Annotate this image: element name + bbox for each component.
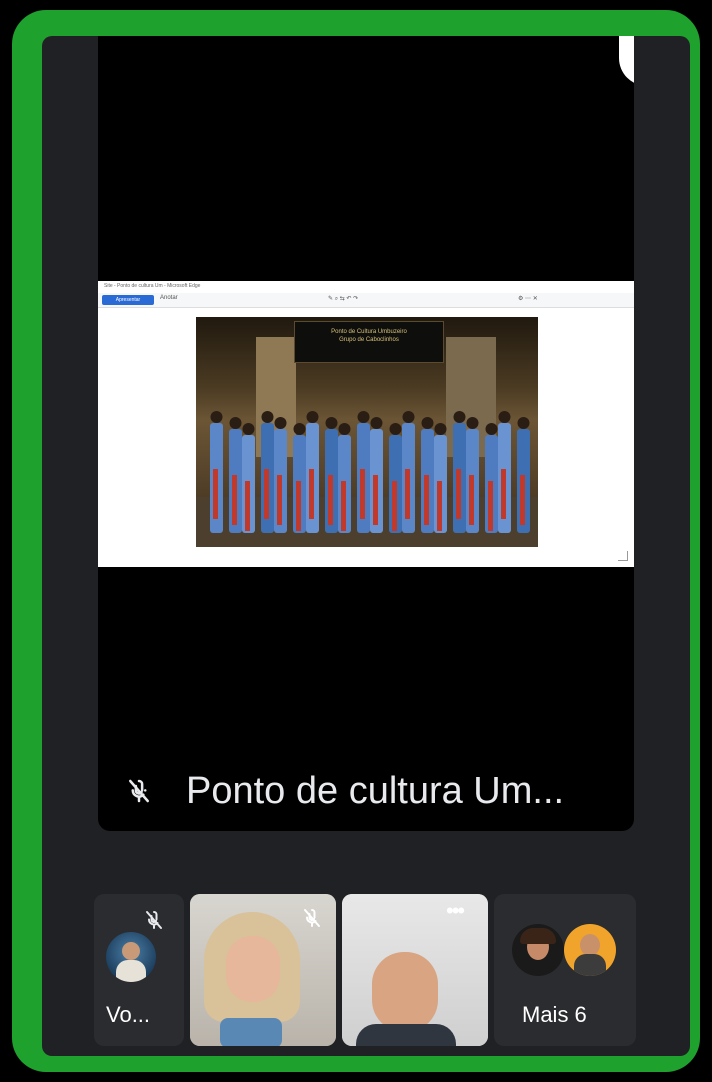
- dancer-sash: [245, 481, 250, 531]
- meeting-screen: Site - Ponto de cultura Um - Microsoft E…: [42, 36, 690, 1056]
- dancer-sash: [501, 469, 506, 519]
- dancer-sash: [264, 469, 269, 519]
- dancer-hat: [274, 417, 287, 429]
- more-options-icon[interactable]: •••: [446, 900, 465, 922]
- dancer-sash: [213, 469, 218, 519]
- mic-off-icon: [304, 909, 320, 927]
- dancer-hat: [370, 417, 383, 429]
- mic-off-icon: [129, 779, 149, 803]
- shared-present-button: Apresentar: [102, 295, 154, 305]
- dancer-hat: [466, 417, 479, 429]
- dancer-hat: [293, 423, 306, 435]
- dancer-sash: [328, 475, 333, 525]
- dancer-hat: [210, 411, 223, 423]
- participant-tile-more[interactable]: Mais 6: [494, 894, 636, 1046]
- dancer-hat: [485, 423, 498, 435]
- avatar: [564, 924, 616, 976]
- more-participants-label: Mais 6: [522, 1002, 587, 1027]
- pin-button[interactable]: [619, 36, 634, 86]
- person-shirt: [356, 1024, 456, 1046]
- dancer-hat: [229, 417, 242, 429]
- shared-annotate-link: Anotar: [160, 295, 178, 301]
- dancer-hat: [389, 423, 402, 435]
- dancer-sash: [277, 475, 282, 525]
- shared-screen: Site - Ponto de cultura Um - Microsoft E…: [98, 281, 634, 567]
- dancer-sash: [373, 475, 378, 525]
- dancer-sash: [296, 481, 301, 531]
- dancer-sash: [232, 475, 237, 525]
- presenter-name: Ponto de cultura Um...: [186, 770, 565, 812]
- dancer-hat: [338, 423, 351, 435]
- dancer-hat: [434, 423, 447, 435]
- shared-window-title: Site - Ponto de cultura Um - Microsoft E…: [104, 283, 201, 289]
- dancer-sash: [520, 475, 525, 525]
- dancer-sash: [392, 481, 397, 531]
- dancer-hat: [498, 411, 511, 423]
- dancer-hat: [402, 411, 415, 423]
- main-video-tile[interactable]: Site - Ponto de cultura Um - Microsoft E…: [98, 36, 634, 831]
- dancer-hat: [261, 411, 274, 423]
- presenter-name-bar: Ponto de cultura Um...: [98, 756, 634, 831]
- avatar: [512, 924, 564, 976]
- shared-toolbar: Apresentar Anotar ✎ ⌕ ⇆ ↶ ↷ ⚙ ⋯ ✕: [98, 293, 634, 308]
- dancer-hat: [325, 417, 338, 429]
- avatar: [106, 932, 156, 982]
- dancer-sash: [488, 481, 493, 531]
- shared-tool-right: ⚙ ⋯ ✕: [518, 296, 538, 302]
- mic-off-icon: [146, 911, 162, 929]
- participant-tile-woman[interactable]: [190, 894, 336, 1046]
- dancer-sash: [309, 469, 314, 519]
- dancer-hat: [453, 411, 466, 423]
- dancer-hat: [306, 411, 319, 423]
- participant-tile-you[interactable]: Vo...: [94, 894, 184, 1046]
- dancer-hat: [517, 417, 530, 429]
- person-face: [226, 936, 280, 1002]
- slide-photo: Ponto de Cultura Umbuzeiro Grupo de Cabo…: [196, 317, 538, 547]
- dancer-sash: [469, 475, 474, 525]
- dancer-hat: [242, 423, 255, 435]
- dancer-sash: [360, 469, 365, 519]
- resize-handle-icon: [618, 551, 628, 561]
- dancer-sash: [405, 469, 410, 519]
- dancers-group-image: [210, 411, 530, 533]
- dancer-hat: [357, 411, 370, 423]
- participant-label: Vo...: [106, 1002, 151, 1027]
- dancer-sash: [341, 481, 346, 531]
- dancer-sash: [437, 481, 442, 531]
- held-phone: [220, 1018, 282, 1046]
- person-face: [372, 952, 438, 1032]
- dancer-sash: [424, 475, 429, 525]
- dancer-sash: [456, 469, 461, 519]
- shared-tool-icons: ✎ ⌕ ⇆ ↶ ↷: [328, 296, 359, 302]
- participant-tile-man[interactable]: •••: [342, 894, 488, 1046]
- dancer-hat: [421, 417, 434, 429]
